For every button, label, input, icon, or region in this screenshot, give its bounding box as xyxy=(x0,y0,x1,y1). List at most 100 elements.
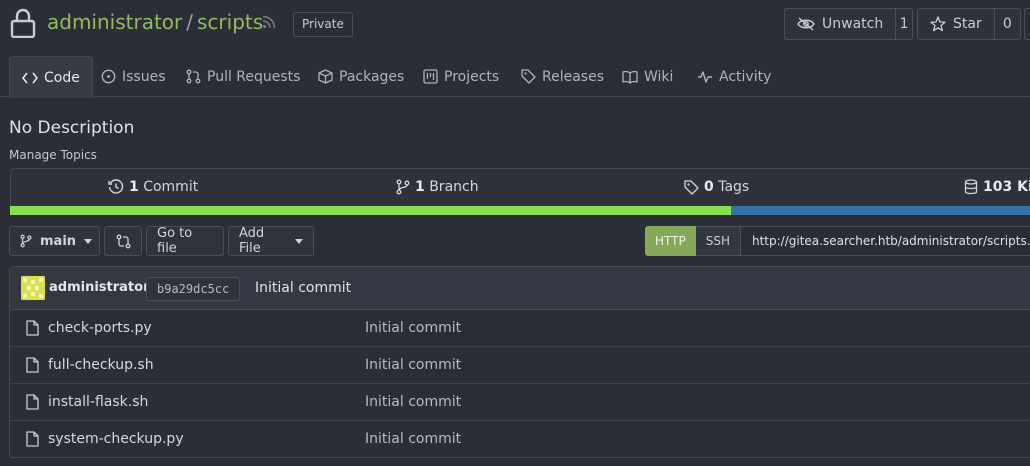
tag-icon xyxy=(521,69,536,84)
latest-commit-row: administrator b9a29dc5cc Initial commit xyxy=(10,267,1030,310)
avatar[interactable] xyxy=(21,276,45,300)
star-icon xyxy=(930,16,946,32)
lock-icon xyxy=(10,8,36,38)
clone-url-group: HTTP SSH http://gitea.searcher.htb/admin… xyxy=(645,226,1030,256)
file-name-link[interactable]: full-checkup.sh xyxy=(48,357,154,373)
commits-stat[interactable]: 1 Commit xyxy=(108,179,198,195)
unwatch-button[interactable]: Unwatch xyxy=(785,9,895,39)
branches-label: Branch xyxy=(429,179,479,195)
caret-down-icon xyxy=(84,238,93,244)
repo-header: administrator / scripts Private Unwatch 1 … xyxy=(0,0,1030,50)
rss-icon[interactable] xyxy=(262,15,276,29)
book-icon xyxy=(622,70,638,84)
eye-slash-icon xyxy=(797,17,815,31)
file-icon xyxy=(26,320,39,336)
tags-count: 0 xyxy=(704,179,714,195)
table-row: check-ports.py Initial commit xyxy=(10,310,1030,347)
watch-count[interactable]: 1 xyxy=(895,9,912,39)
file-icon xyxy=(26,394,39,410)
private-badge: Private xyxy=(293,12,353,37)
add-file-button[interactable]: Add File xyxy=(228,226,314,256)
commits-count: 1 xyxy=(129,179,139,195)
clone-url-input[interactable]: http://gitea.searcher.htb/administrator/… xyxy=(740,226,1030,256)
branch-icon xyxy=(396,179,410,195)
ssh-clone-button[interactable]: SSH xyxy=(695,226,741,256)
tab-label: Pull Requests xyxy=(207,68,301,85)
tab-label: Issues xyxy=(122,68,166,85)
tags-label: Tags xyxy=(718,179,750,195)
tag-icon xyxy=(684,179,699,195)
file-commit-link[interactable]: Initial commit xyxy=(365,394,461,410)
file-table: administrator b9a29dc5cc Initial commit … xyxy=(9,266,1030,458)
package-icon xyxy=(318,69,333,84)
repo-description: No Description xyxy=(9,118,135,138)
repo-tabs: Code Issues Pull Requests Packages Proje… xyxy=(0,56,1030,98)
tab-label: Activity xyxy=(719,68,772,85)
branch-name: main xyxy=(40,233,77,249)
file-commit-link[interactable]: Initial commit xyxy=(365,357,461,373)
file-commit-link[interactable]: Initial commit xyxy=(365,320,461,336)
file-name-link[interactable]: install-flask.sh xyxy=(48,394,148,410)
tab-label: Packages xyxy=(339,68,405,85)
branch-selector[interactable]: main xyxy=(9,226,100,256)
branch-icon xyxy=(20,234,32,248)
star-button-group: Star 0 xyxy=(917,8,1021,40)
compare-icon xyxy=(116,234,131,249)
commit-author-link[interactable]: administrator xyxy=(49,280,149,295)
table-row: install-flask.sh Initial commit xyxy=(10,384,1030,421)
table-row: full-checkup.sh Initial commit xyxy=(10,347,1030,384)
tab-projects[interactable]: Projects xyxy=(423,56,499,97)
commit-sha-link[interactable]: b9a29dc5cc xyxy=(146,277,241,301)
tab-wiki[interactable]: Wiki xyxy=(622,56,673,97)
language-bar[interactable] xyxy=(10,206,1030,215)
star-count[interactable]: 0 xyxy=(993,9,1020,39)
http-clone-button[interactable]: HTTP xyxy=(645,226,696,256)
pulse-icon xyxy=(697,70,713,83)
repo-title: administrator / scripts xyxy=(47,10,263,34)
branches-stat[interactable]: 1 Branch xyxy=(396,179,479,195)
caret-down-icon xyxy=(295,238,303,244)
file-name-link[interactable]: check-ports.py xyxy=(48,320,152,336)
tab-label: Projects xyxy=(444,68,500,85)
history-icon xyxy=(108,179,124,195)
fork-button-partial[interactable] xyxy=(1024,8,1030,40)
branches-count: 1 xyxy=(415,179,425,195)
manage-topics-link[interactable]: Manage Topics xyxy=(9,148,97,162)
repo-owner-link[interactable]: administrator xyxy=(47,10,182,34)
language-segment-1[interactable] xyxy=(10,206,731,215)
tags-stat[interactable]: 0 Tags xyxy=(684,179,749,195)
unwatch-label: Unwatch xyxy=(822,16,884,32)
compare-button[interactable] xyxy=(104,226,142,256)
language-segment-2[interactable] xyxy=(731,206,1030,215)
tab-label: Releases xyxy=(542,68,604,85)
star-label: Star xyxy=(953,16,982,32)
size-stat: 103 KiB xyxy=(964,179,1030,195)
file-commit-link[interactable]: Initial commit xyxy=(365,431,461,447)
tab-issues[interactable]: Issues xyxy=(101,56,166,97)
issue-icon xyxy=(101,69,116,84)
tab-label: Code xyxy=(44,69,80,86)
file-icon xyxy=(26,357,39,373)
size-value: 103 KiB xyxy=(983,179,1030,195)
database-icon xyxy=(964,179,978,195)
repo-name-link[interactable]: scripts xyxy=(197,10,263,34)
tab-pull-requests[interactable]: Pull Requests xyxy=(186,56,300,97)
tab-activity[interactable]: Activity xyxy=(697,56,771,97)
unwatch-button-group: Unwatch 1 xyxy=(784,8,913,40)
tab-packages[interactable]: Packages xyxy=(318,56,404,97)
star-button[interactable]: Star xyxy=(918,9,994,39)
go-to-file-button[interactable]: Go to file xyxy=(146,226,224,256)
pull-request-icon xyxy=(186,69,201,84)
tab-releases[interactable]: Releases xyxy=(521,56,604,97)
commit-message[interactable]: Initial commit xyxy=(255,280,351,296)
code-icon xyxy=(22,72,38,84)
repo-separator: / xyxy=(186,10,194,34)
file-icon xyxy=(26,431,39,447)
project-icon xyxy=(423,69,438,84)
tab-label: Wiki xyxy=(644,68,674,85)
commits-label: Commit xyxy=(143,179,199,195)
table-row: system-checkup.py Initial commit xyxy=(10,421,1030,458)
tab-code[interactable]: Code xyxy=(9,56,93,98)
file-name-link[interactable]: system-checkup.py xyxy=(48,431,184,447)
add-file-label: Add File xyxy=(239,226,265,256)
